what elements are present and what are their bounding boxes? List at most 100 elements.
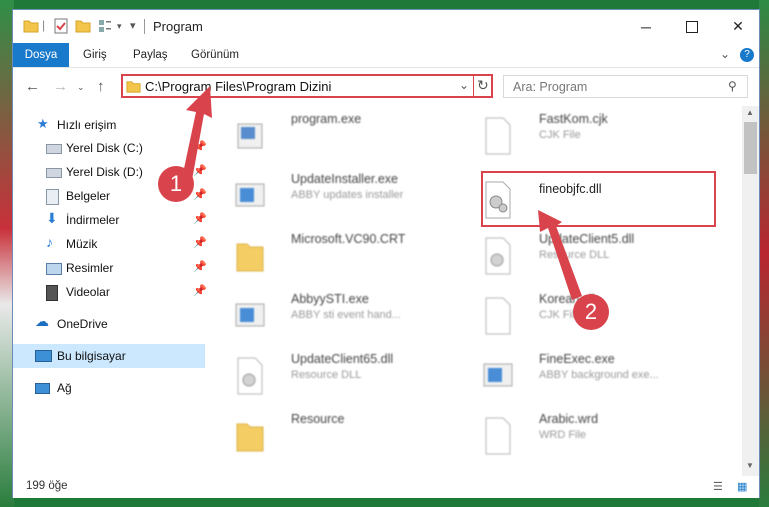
list-item[interactable]: Resource (213, 410, 453, 466)
list-item[interactable]: Microsoft.VC90.CRT (213, 230, 453, 286)
quick-access-dropdown-icon[interactable]: ▾ (130, 19, 136, 35)
computer-icon (35, 350, 52, 362)
sidebar-item-quick-access[interactable]: ★ Hızlı erişim (13, 113, 205, 137)
vertical-scrollbar[interactable]: ▲ ▼ (742, 106, 759, 476)
properties-icon[interactable] (53, 18, 69, 34)
pin-icon[interactable]: 📌 (193, 260, 207, 273)
file-name: AbbyySTI.exe (291, 292, 369, 306)
tab-home[interactable]: Giriş (73, 43, 117, 67)
customize-toolbar-icon[interactable] (97, 18, 113, 34)
close-icon: ✕ (732, 18, 744, 34)
sidebar-item-videos[interactable]: Videolar 📌 (13, 280, 207, 304)
file-name: UpdateInstaller.exe (291, 172, 399, 186)
star-icon: ★ (37, 116, 49, 131)
file-name: UpdateClient65.dll (291, 352, 394, 366)
maximize-button[interactable] (669, 10, 715, 43)
exe-file-icon (237, 123, 263, 149)
list-item[interactable]: program.exe (213, 110, 453, 166)
sidebar-item-label: Bu bilgisayar (57, 349, 126, 363)
large-icons-view-icon[interactable]: ▦ (737, 480, 747, 493)
pin-icon[interactable]: 📌 (193, 164, 207, 177)
details-view-icon[interactable]: ☰ (713, 480, 723, 493)
pin-icon[interactable]: 📌 (193, 188, 207, 201)
sidebar-item-label: Videolar (66, 285, 110, 299)
expand-ribbon-icon[interactable]: ⌄ (720, 47, 730, 61)
pin-icon[interactable]: 📌 (193, 236, 207, 249)
pin-icon[interactable]: 📌 (193, 140, 207, 153)
tab-file[interactable]: Dosya (13, 43, 69, 67)
highlight-box-file (481, 171, 716, 227)
sidebar-item-label: Müzik (66, 237, 98, 251)
tab-share[interactable]: Paylaş (123, 43, 178, 67)
file-type: ABBY updates installer (291, 189, 404, 201)
folder-icon (126, 81, 141, 93)
sidebar-item-network[interactable]: Ağ (13, 376, 205, 400)
list-item[interactable]: FastKom.cjk CJK File (461, 110, 701, 166)
pin-icon[interactable]: 📌 (193, 212, 207, 225)
file-icon (485, 117, 511, 155)
exe-file-icon (235, 183, 265, 207)
explorer-window: | ▾ ▾ Program ─ ✕ Dosya Giriş Paylaş Gör… (12, 9, 760, 498)
file-type: Resource DLL (291, 369, 362, 381)
close-button[interactable]: ✕ (715, 10, 761, 43)
sidebar-item-pictures[interactable]: Resimler 📌 (13, 256, 207, 280)
address-dropdown-icon[interactable]: ⌄ (459, 78, 469, 92)
file-type: ABBY background exe... (539, 369, 659, 381)
sidebar-item-label: Ağ (57, 381, 72, 395)
address-bar[interactable]: C:\Program Files\Program Dizini ⌄ ↻ (121, 74, 493, 98)
scroll-down-icon[interactable]: ▼ (746, 461, 754, 470)
up-arrow-icon[interactable]: ↑ (97, 78, 105, 95)
recent-locations-icon[interactable]: ⌄ (77, 82, 85, 93)
separator: | (42, 18, 46, 32)
back-arrow-icon[interactable]: ← (25, 78, 40, 95)
sidebar-item-label: İndirmeler (66, 213, 120, 227)
step-badge-2: 2 (573, 294, 609, 330)
scrollbar-thumb[interactable] (744, 122, 757, 174)
tab-view[interactable]: Görünüm (181, 43, 249, 67)
file-type: Resource DLL (539, 249, 610, 261)
file-name: UpdateClient5.dll (539, 232, 635, 246)
search-box[interactable]: Ara: Program ⚲ (503, 75, 748, 98)
sidebar-item-music[interactable]: ♪ Müzik 📌 (13, 232, 207, 256)
file-name: Arabic.wrd (539, 412, 599, 426)
forward-arrow-icon[interactable]: → (53, 78, 68, 95)
chevron-down-icon[interactable]: ▾ (117, 21, 122, 37)
help-icon[interactable]: ? (740, 48, 754, 62)
title-separator (144, 19, 145, 34)
scroll-up-icon[interactable]: ▲ (746, 108, 754, 117)
dll-file-icon (485, 237, 511, 275)
sidebar-item-downloads[interactable]: ⬇ İndirmeler 📌 (13, 208, 207, 232)
sidebar-item-local-disk-c[interactable]: Yerel Disk (C:) 📌 (13, 136, 207, 160)
window-title: Program (153, 19, 203, 34)
file-name: FastKom.cjk (539, 112, 608, 126)
videos-icon (46, 285, 58, 301)
exe-file-icon (483, 363, 513, 387)
list-item[interactable]: Arabic.wrd WRD File (461, 410, 701, 466)
sidebar-item-label: Hızlı erişim (57, 118, 117, 132)
music-icon: ♪ (46, 234, 53, 250)
list-item[interactable]: UpdateClient65.dll Resource DLL (213, 350, 453, 406)
minimize-icon: ─ (641, 18, 651, 35)
file-icon (485, 297, 511, 335)
list-item[interactable]: UpdateClient5.dll Resource DLL (461, 230, 701, 286)
exe-file-icon (235, 303, 265, 327)
sidebar-item-onedrive[interactable]: ☁ OneDrive (13, 312, 205, 336)
sidebar-item-label: Belgeler (66, 189, 111, 203)
pictures-icon (46, 263, 62, 275)
cloud-icon: ☁ (35, 313, 49, 329)
sidebar-item-this-pc[interactable]: Bu bilgisayar (13, 344, 205, 368)
file-type: CJK File (539, 129, 581, 141)
folder-icon (236, 243, 264, 272)
dll-file-icon (237, 357, 263, 395)
file-name: FineExec.exe (539, 352, 615, 366)
minimize-button[interactable]: ─ (623, 10, 669, 43)
pin-icon[interactable]: 📌 (193, 284, 207, 297)
refresh-icon[interactable]: ↻ (477, 77, 489, 94)
folder-icon (23, 20, 39, 33)
file-name: Resource (291, 412, 345, 426)
list-item[interactable]: AbbyySTI.exe ABBY sti event hand... (213, 290, 453, 346)
list-item[interactable]: UpdateInstaller.exe ABBY updates install… (213, 170, 453, 226)
list-item[interactable]: FineExec.exe ABBY background exe... (461, 350, 701, 406)
file-list: program.exe FastKom.cjk CJK File UpdateI… (213, 106, 741, 476)
new-folder-icon[interactable] (75, 18, 91, 34)
